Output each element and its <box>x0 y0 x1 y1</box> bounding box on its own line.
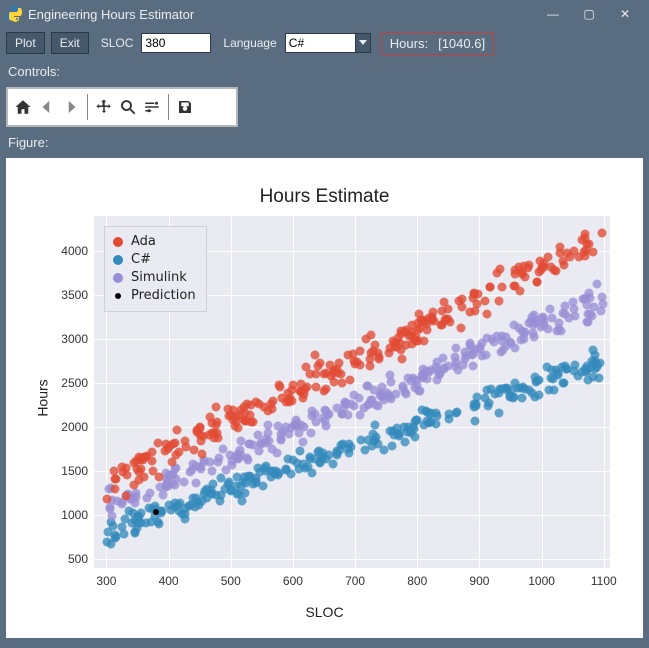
toolbar-separator <box>87 94 88 120</box>
legend-marker-icon <box>113 273 123 283</box>
window-title: Engineering Hours Estimator <box>28 7 535 22</box>
matplotlib-toolbar <box>6 87 238 127</box>
y-tick-label: 4000 <box>48 244 88 258</box>
chart-title: Hours Estimate <box>6 186 643 208</box>
x-tick-label: 700 <box>345 574 365 588</box>
language-label: Language <box>217 36 278 50</box>
hours-label: Hours: <box>390 36 428 51</box>
legend-marker-icon <box>115 293 121 299</box>
legend-label: C# <box>131 251 151 269</box>
x-tick-label: 400 <box>159 574 179 588</box>
x-tick-label: 300 <box>96 574 116 588</box>
configure-icon[interactable] <box>140 92 164 122</box>
legend-item-csharp: C# <box>113 251 196 269</box>
pan-icon[interactable] <box>92 92 116 122</box>
zoom-icon[interactable] <box>116 92 140 122</box>
y-tick-label: 2500 <box>48 376 88 390</box>
y-tick-label: 3000 <box>48 332 88 346</box>
save-icon[interactable] <box>173 92 197 122</box>
hours-value: [1040.6] <box>438 36 485 51</box>
legend-marker-icon <box>113 255 123 265</box>
toolbar: Plot Exit SLOC Language Hours: [1040.6] <box>0 28 649 58</box>
x-tick-label: 1000 <box>528 574 555 588</box>
x-tick-label: 800 <box>407 574 427 588</box>
legend-item-simulink: Simulink <box>113 269 196 287</box>
legend-label: Prediction <box>131 287 196 305</box>
y-tick-label: 3500 <box>48 288 88 302</box>
hours-output: Hours: [1040.6] <box>381 32 494 55</box>
x-tick-label: 900 <box>469 574 489 588</box>
minimize-button[interactable]: — <box>535 2 571 26</box>
x-tick-label: 1100 <box>591 574 617 588</box>
app-icon <box>6 6 22 22</box>
legend-label: Simulink <box>131 269 187 287</box>
y-tick-label: 1500 <box>48 464 88 478</box>
back-icon[interactable] <box>35 92 59 122</box>
close-button[interactable]: ✕ <box>607 2 643 26</box>
y-tick-label: 500 <box>48 552 88 566</box>
forward-icon[interactable] <box>59 92 83 122</box>
titlebar: Engineering Hours Estimator — ▢ ✕ <box>0 0 649 28</box>
sloc-label: SLOC <box>95 36 136 50</box>
language-select[interactable] <box>285 33 371 53</box>
legend-marker-icon <box>113 237 123 247</box>
y-tick-label: 1000 <box>48 508 88 522</box>
exit-button[interactable]: Exit <box>51 32 89 54</box>
legend-label: Ada <box>131 233 156 251</box>
toolbar-separator <box>168 94 169 120</box>
legend-item-prediction: Prediction <box>113 287 196 305</box>
y-tick-label: 2000 <box>48 420 88 434</box>
controls-panel-label: Controls: <box>0 58 649 85</box>
x-axis-label: SLOC <box>6 604 643 620</box>
maximize-button[interactable]: ▢ <box>571 2 607 26</box>
figure-panel-label: Figure: <box>0 129 649 156</box>
prediction-point <box>153 509 159 515</box>
plot-button[interactable]: Plot <box>6 32 45 54</box>
x-tick-label: 500 <box>221 574 241 588</box>
sloc-input[interactable] <box>141 33 211 53</box>
legend-item-ada: Ada <box>113 233 196 251</box>
home-icon[interactable] <box>11 92 35 122</box>
x-tick-label: 600 <box>283 574 303 588</box>
legend: Ada C# Simulink Prediction <box>104 226 207 312</box>
figure-canvas[interactable]: Hours Estimate Hours SLOC 30040050060070… <box>6 158 643 638</box>
